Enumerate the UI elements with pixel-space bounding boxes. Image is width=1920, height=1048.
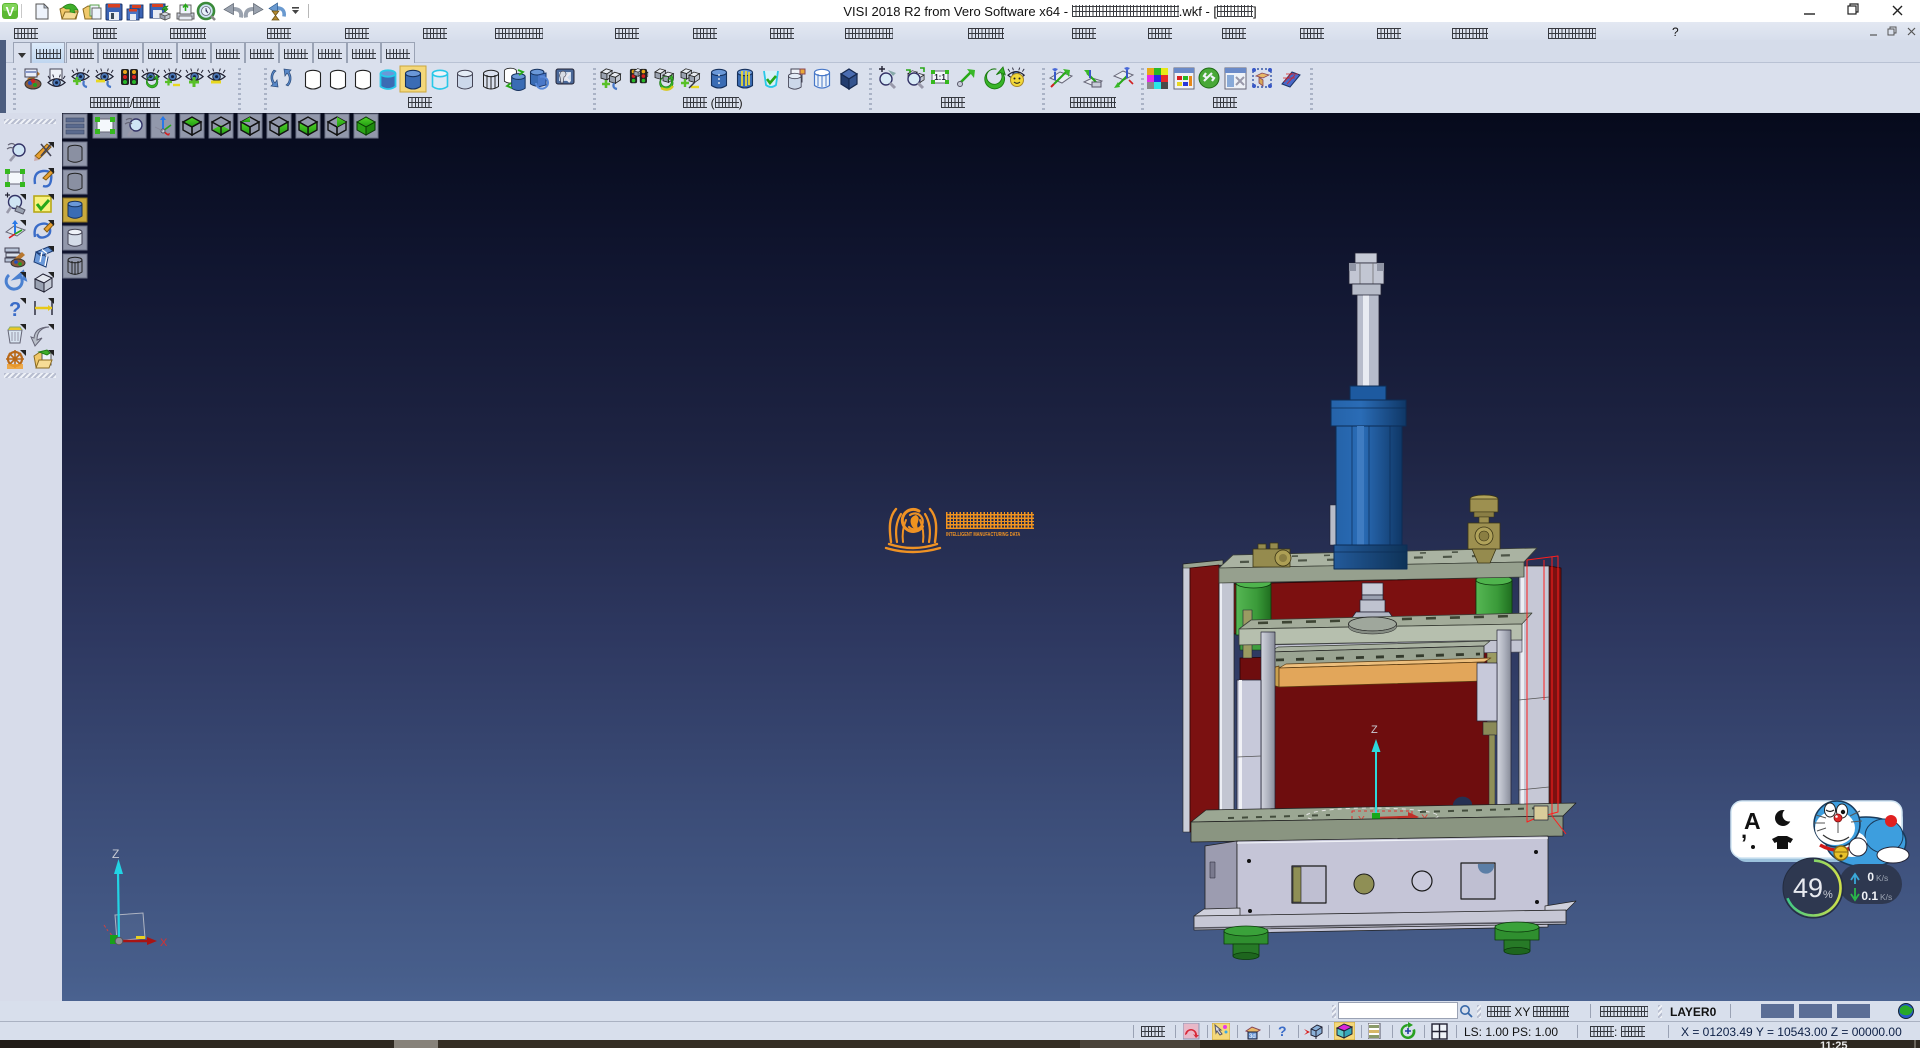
svg-text:K/s: K/s	[1876, 873, 1888, 883]
svg-text:Z: Z	[1371, 724, 1378, 736]
svg-text:49: 49	[1793, 873, 1823, 903]
svg-text:%: %	[1823, 889, 1833, 901]
svg-text:0: 0	[1867, 870, 1874, 884]
svg-text:,: ,	[1741, 818, 1747, 843]
svg-text:1:1: 1:1	[934, 73, 946, 82]
svg-text:X: X	[160, 937, 168, 949]
svg-text:?: ?	[9, 299, 21, 321]
svg-text:V: V	[6, 4, 15, 19]
svg-text:0.1: 0.1	[1861, 889, 1878, 903]
svg-text:Z: Z	[112, 847, 119, 861]
svg-text:K/s: K/s	[1880, 892, 1892, 902]
